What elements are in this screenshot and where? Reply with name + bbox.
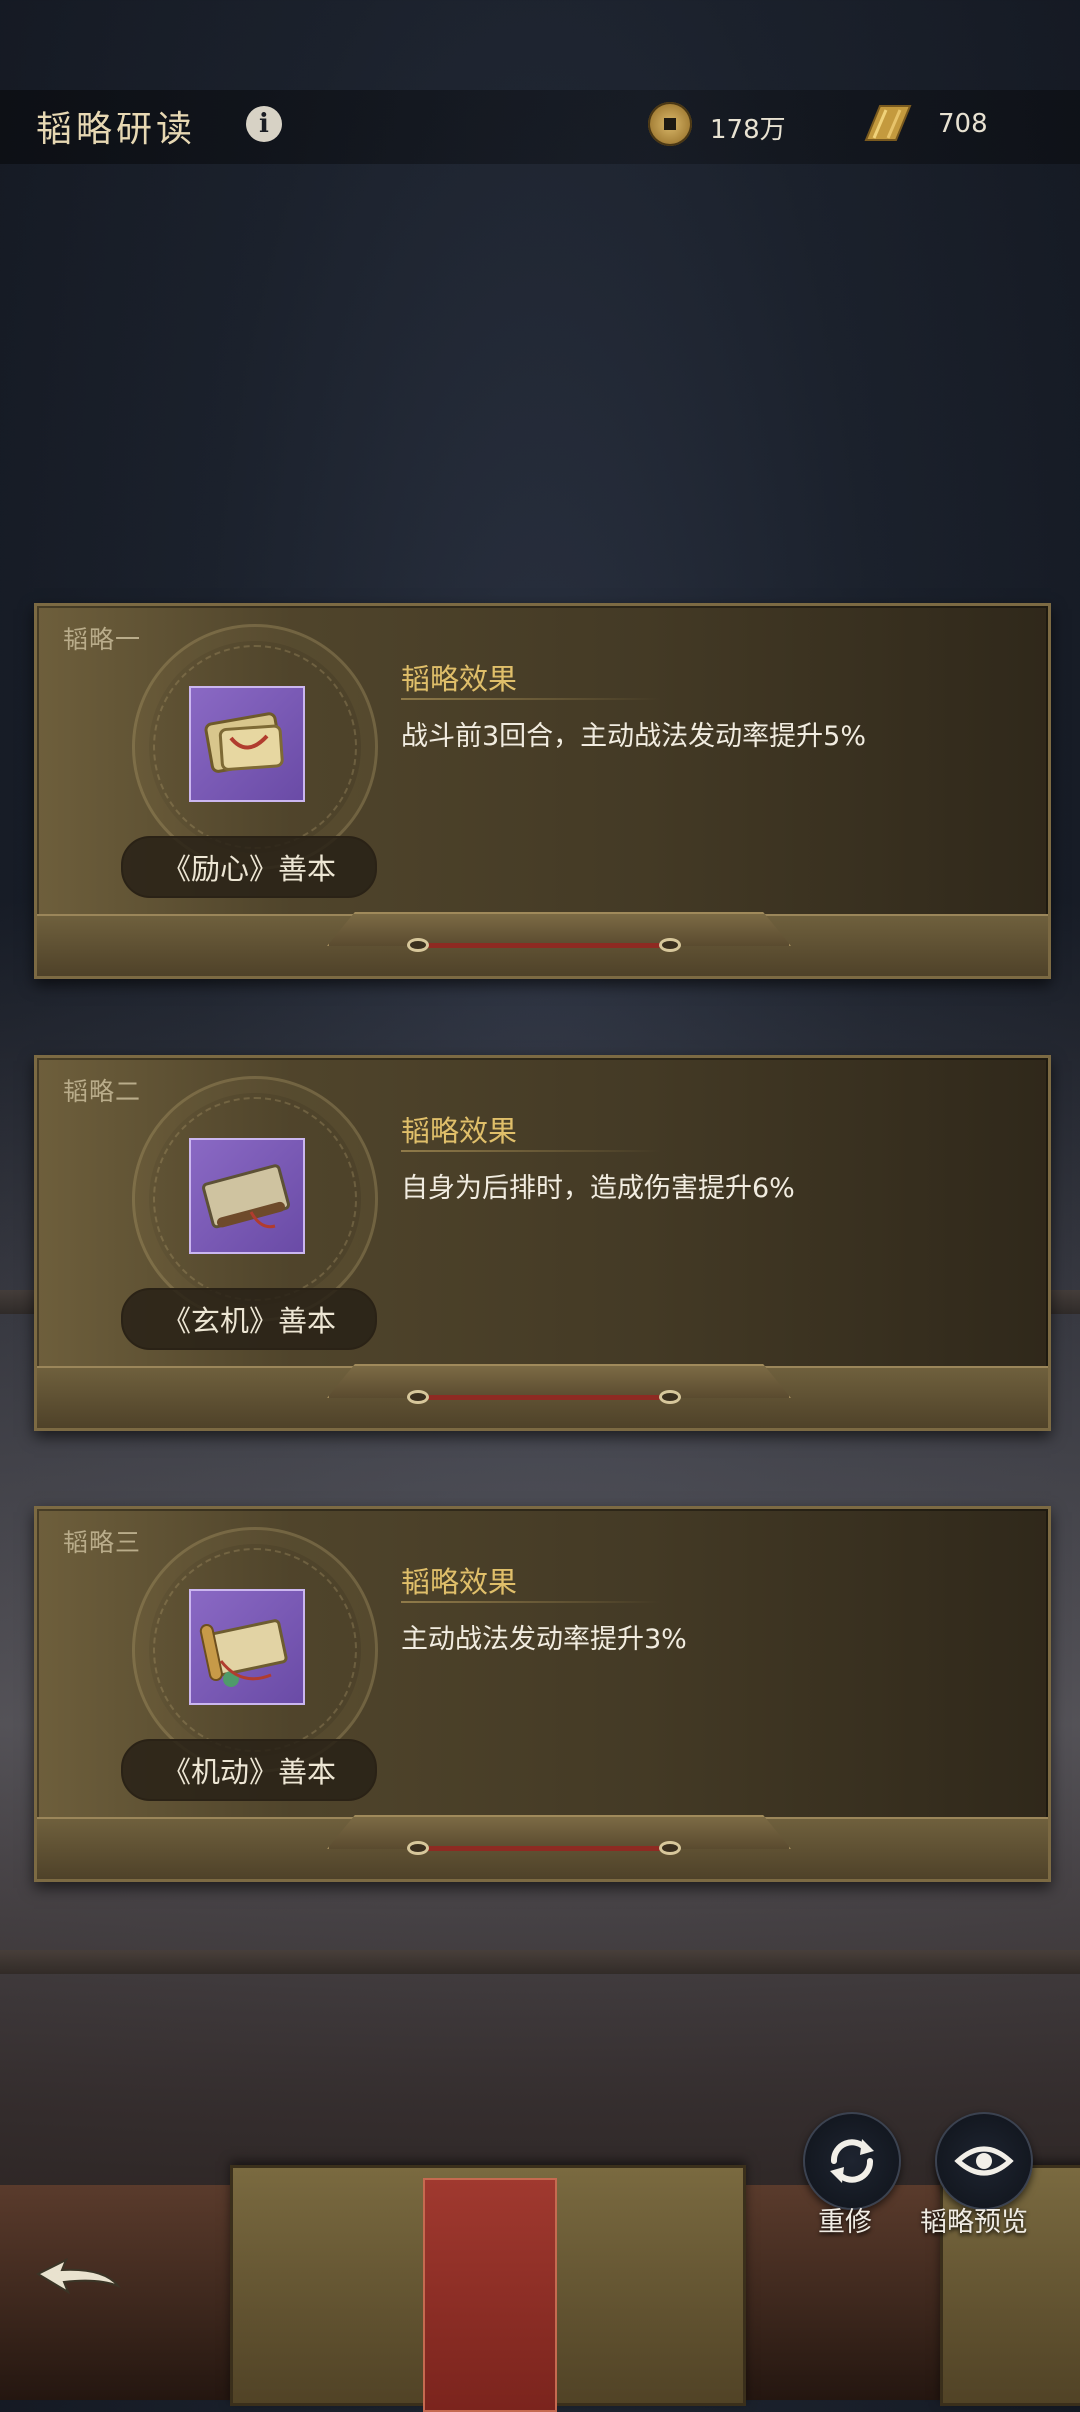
effect-title: 韬略效果 [401,662,518,696]
strategy-card-3[interactable]: 韬略三 《机动》善本 韬略效果 主动战法发动率提升3% [34,1506,1051,1882]
card-tag: 韬略二 [63,1077,142,1106]
coin-icon [648,102,692,146]
effect-divider [401,1150,661,1152]
book-name-pill: 《励心》善本 [121,836,377,898]
retrain-button[interactable] [803,2112,901,2210]
scroll-icon [864,105,912,141]
scroll-book-icon [202,1164,291,1229]
background-book-seal [423,2178,557,2412]
strategy-card-1[interactable]: 韬略一 《励心》善本 韬略效果 战斗前3回合，主动战法发动率提升5% [34,603,1051,979]
scroll-bundle-icon [204,712,284,773]
effect-title: 韬略效果 [401,1114,518,1148]
card-ribbon [407,1841,681,1855]
book-item-icon[interactable] [189,686,305,802]
preview-button[interactable] [935,2112,1033,2210]
ribbon-end-left [407,938,429,952]
background-book [230,2165,746,2412]
effect-title: 韬略效果 [401,1565,518,1599]
open-scroll-icon [199,1619,288,1687]
ribbon-end-left [407,1841,429,1855]
ribbon-track [419,1395,669,1400]
info-icon[interactable]: i [246,106,282,142]
effect-text: 主动战法发动率提升3% [401,1624,687,1655]
card-tag: 韬略三 [63,1528,142,1557]
strategy-card-2[interactable]: 韬略二 《玄机》善本 韬略效果 自身为后排时，造成伤害提升6% [34,1055,1051,1431]
ribbon-end-right [659,1390,681,1404]
book-item-icon[interactable] [189,1589,305,1705]
effect-text: 战斗前3回合，主动战法发动率提升5% [401,721,867,752]
page-title: 韬略研读 [36,109,197,150]
eye-icon [954,2146,1014,2176]
ribbon-track [419,943,669,948]
preview-label[interactable]: 韬略预览 [920,2200,1028,2239]
card-ribbon [407,938,681,952]
ribbon-end-right [659,938,681,952]
ribbon-track [419,1846,669,1851]
book-name-pill: 《玄机》善本 [121,1288,377,1350]
effect-divider [401,1601,661,1603]
ribbon-end-right [659,1841,681,1855]
back-arrow-icon[interactable] [28,2250,128,2310]
retrain-label[interactable]: 重修 [818,2200,872,2239]
card-tag: 韬略一 [63,625,142,654]
effect-text: 自身为后排时，造成伤害提升6% [401,1173,795,1204]
effect-divider [401,698,661,700]
book-name-pill: 《机动》善本 [121,1739,377,1801]
ribbon-end-left [407,1390,429,1404]
coin-value: 178万 [710,115,786,145]
refresh-icon [830,2139,874,2183]
book-item-icon[interactable] [189,1138,305,1254]
background-beam [0,1950,1080,1974]
scroll-value: 708 [938,109,988,139]
card-ribbon [407,1390,681,1404]
